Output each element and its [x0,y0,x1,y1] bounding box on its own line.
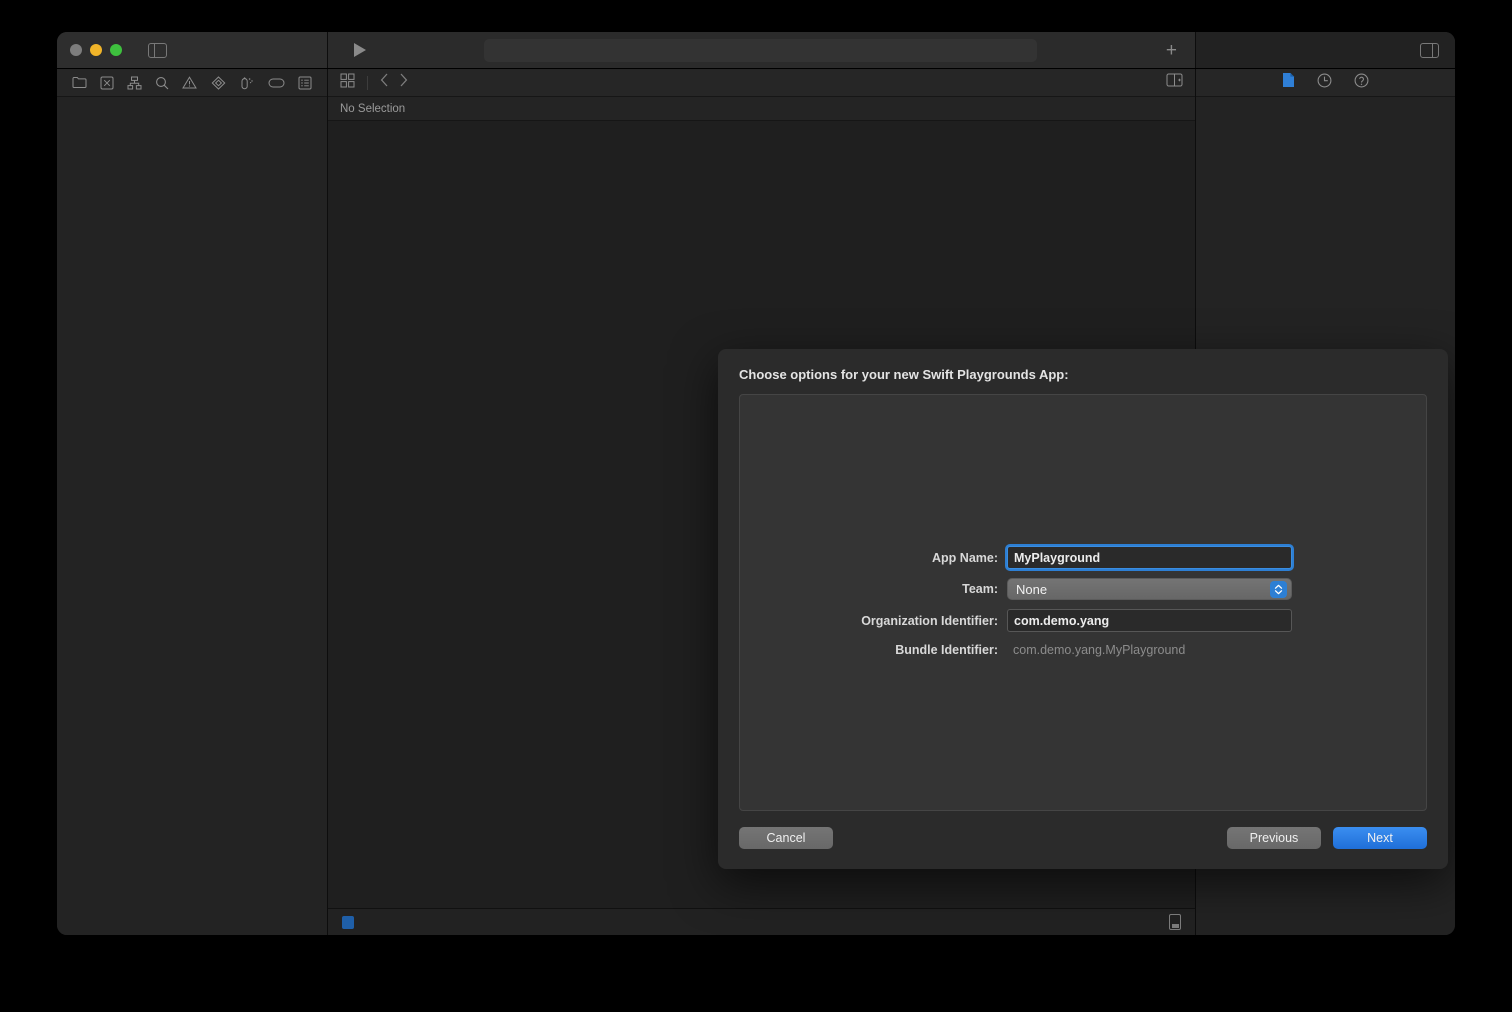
hierarchy-icon[interactable] [127,76,142,90]
form-row-bundle-identifier: Bundle Identifier: com.demo.yang.MyPlayg… [740,641,1422,659]
bundle-identifier-label: Bundle Identifier: [895,643,998,657]
organization-identifier-input[interactable] [1007,609,1292,632]
close-window-button[interactable] [70,44,82,56]
traffic-light-group [70,44,122,56]
editor-status-bar [328,908,1195,935]
editor-toolbar [328,69,1195,97]
build-status-chip[interactable] [342,915,354,929]
help-circle-icon[interactable] [1354,73,1369,93]
add-editor-icon[interactable] [1166,73,1183,92]
form-row-app-name: App Name: [740,546,1422,569]
navigator-tab-bar [57,69,327,97]
titlebar-right-section [1195,32,1455,68]
activity-status-field[interactable] [484,38,1037,62]
team-selected-value: None [1016,581,1048,597]
zoom-window-button[interactable] [110,44,122,56]
form-row-team: Team: None [740,578,1422,600]
bundle-identifier-value: com.demo.yang.MyPlayground [1013,643,1186,657]
search-icon[interactable] [155,76,169,90]
dialog-content-panel: App Name: Team: None [739,394,1427,811]
navigator-panel [57,69,328,935]
team-field-wrapper: None [1007,578,1292,600]
chevron-right-icon[interactable] [399,73,408,92]
bundle-identifier-value-wrapper: com.demo.yang.MyPlayground [1007,641,1292,659]
editor-options-icon[interactable] [340,73,355,93]
minimize-window-button[interactable] [90,44,102,56]
options-form: App Name: Team: None [740,546,1426,659]
form-row-organization-identifier: Organization Identifier: [740,609,1422,632]
modal-sheet-layer: Choose options for your new Swift Playgr… [328,121,1448,908]
chevron-updown-icon [1270,580,1287,598]
debug-icon[interactable] [239,76,255,90]
team-label: Team: [962,582,998,596]
jump-bar-label: No Selection [340,102,406,115]
organization-identifier-label: Organization Identifier: [861,613,998,628]
app-name-input[interactable] [1007,546,1292,569]
report-list-icon[interactable] [298,76,312,90]
inspector-tab-bar [1196,69,1455,97]
new-project-options-dialog: Choose options for your new Swift Playgr… [718,349,1448,869]
window-titlebar: + [57,32,1455,69]
warning-triangle-icon[interactable] [182,76,198,89]
team-dropdown[interactable]: None [1007,578,1292,600]
organization-identifier-field-wrapper [1007,609,1292,632]
clock-icon[interactable] [1317,73,1332,93]
chevron-left-icon[interactable] [380,73,389,92]
navigator-content-area[interactable] [57,97,327,935]
next-button[interactable]: Next [1333,827,1427,849]
run-button-icon[interactable] [354,43,366,57]
dialog-title: Choose options for your new Swift Playgr… [739,367,1069,382]
editor-jump-bar[interactable]: No Selection [328,97,1195,121]
folder-icon[interactable] [72,76,87,89]
window-body: No Selection Choose options for your new… [57,69,1455,935]
titlebar-center-section: + [328,32,1195,68]
xcode-window: + No Selection Choose options for your n… [57,32,1455,935]
previous-button[interactable]: Previous [1227,827,1321,849]
debug-area-toggle-icon[interactable] [1169,914,1181,930]
cancel-button[interactable]: Cancel [739,827,833,849]
titlebar-left-section [57,32,328,68]
dialog-button-bar: Cancel Previous Next [739,827,1427,849]
app-name-field-wrapper [1007,546,1292,569]
diamond-icon[interactable] [211,75,226,90]
editor-area: No Selection Choose options for your new… [328,69,1448,935]
app-name-label: App Name: [932,550,998,565]
source-control-icon[interactable] [100,76,114,90]
document-icon[interactable] [1282,72,1295,93]
inspector-toggle-icon[interactable] [1420,42,1439,58]
toolbar-divider [367,75,368,90]
navigator-toggle-icon[interactable] [148,42,167,58]
tag-icon[interactable] [268,77,285,89]
add-icon[interactable]: + [1166,41,1177,60]
editor-canvas[interactable]: Choose options for your new Swift Playgr… [328,121,1448,908]
